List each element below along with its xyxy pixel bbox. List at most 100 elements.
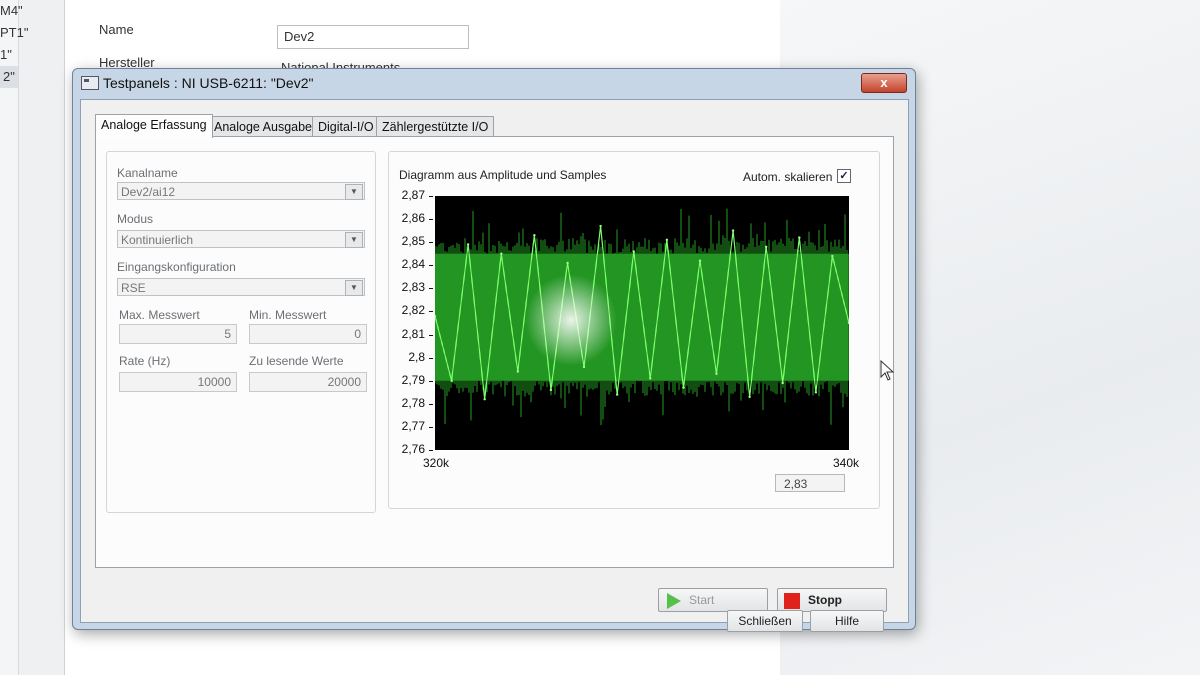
tab-analog-output[interactable]: Analoge Ausgabe (208, 116, 319, 137)
data-point (781, 381, 784, 385)
data-point (715, 372, 718, 375)
y-tick-label: 2,79 (401, 372, 425, 387)
tab-analog-input[interactable]: Analoge Erfassung (95, 114, 213, 138)
y-tick-label: 2,8 (408, 349, 425, 364)
data-point (582, 365, 586, 369)
min-value-field[interactable]: 0 (249, 324, 367, 344)
data-point (450, 379, 453, 382)
x-tick-label: 340k (833, 456, 860, 470)
max-value-field[interactable]: 5 (119, 324, 237, 344)
input-config-value: RSE (121, 281, 146, 295)
samples-field[interactable]: 20000 (249, 372, 367, 392)
input-config-select[interactable]: RSE ▼ (117, 278, 365, 296)
channel-label: Kanalname (117, 166, 178, 180)
y-tick-mark (429, 450, 433, 451)
close-window-button[interactable]: x (861, 73, 907, 93)
data-point (798, 236, 801, 239)
start-button[interactable]: Start (658, 588, 768, 612)
testpanel-dialog: Testpanels : NI USB-6211: "Dev2" x Analo… (72, 68, 916, 632)
autoscale-checkbox[interactable]: ✓ (837, 169, 851, 183)
mouse-cursor-icon (880, 360, 895, 381)
name-label: Name (99, 22, 134, 37)
channel-select[interactable]: Dev2/ai12 ▼ (117, 182, 365, 200)
analog-input-panel: Kanalname Dev2/ai12 ▼ Modus Kontinuierli… (95, 136, 894, 612)
samples-label: Zu lesende Werte (249, 354, 344, 368)
name-field[interactable]: Dev2 (277, 25, 469, 49)
dialog-client-area: Analoge Erfassung Analoge Ausgabe Digita… (80, 99, 909, 632)
y-tick-label: 2,87 (401, 188, 425, 202)
background-left-strip (0, 0, 19, 675)
mode-label: Modus (117, 212, 154, 226)
y-tick-mark (429, 196, 433, 197)
tree-item[interactable]: 1" (0, 44, 28, 66)
rate-field[interactable]: 10000 (119, 372, 237, 392)
screen-glare (525, 274, 617, 366)
channel-value: Dev2/ai12 (121, 185, 176, 199)
y-tick-mark (429, 357, 433, 359)
y-tick-label: 2,76 (401, 442, 425, 456)
mode-select[interactable]: Kontinuierlich ▼ (117, 230, 365, 248)
y-tick-mark (429, 265, 433, 267)
data-point (533, 234, 536, 237)
chart-title: Diagramm aus Amplitude und Samples (399, 168, 607, 182)
data-point (516, 370, 519, 373)
play-icon (667, 593, 681, 609)
x-tick-label: 320k (423, 456, 450, 470)
chevron-down-icon[interactable]: ▼ (345, 184, 363, 200)
y-tick-mark (429, 380, 433, 382)
chevron-down-icon[interactable]: ▼ (345, 280, 363, 296)
data-point (731, 229, 735, 232)
data-point (466, 243, 470, 246)
y-tick-label: 2,81 (401, 326, 425, 341)
y-tick-mark (429, 219, 433, 221)
y-tick-label: 2,83 (401, 280, 425, 295)
data-point (765, 245, 768, 248)
y-tick-label: 2,78 (401, 395, 425, 410)
y-tick-label: 2,82 (401, 303, 425, 318)
help-button[interactable]: Hilfe (810, 610, 884, 632)
autoscale-label: Autom. skalieren (743, 170, 833, 184)
y-tick-mark (429, 311, 433, 313)
tree-item-selected[interactable]: 2" (0, 66, 18, 88)
y-tick-label: 2,86 (401, 211, 425, 226)
stop-button[interactable]: Stopp (777, 588, 887, 612)
y-tick-mark (429, 242, 433, 244)
data-point (649, 377, 652, 380)
y-tick-mark (429, 334, 433, 336)
waveform-chart (435, 208, 849, 426)
data-point (599, 224, 602, 228)
y-tick-mark (429, 426, 433, 428)
data-point (566, 261, 569, 265)
tab-counter-io[interactable]: Zählergestützte I/O (376, 116, 495, 137)
title-bar[interactable]: Testpanels : NI USB-6211: "Dev2" x (73, 69, 915, 97)
window-icon (81, 76, 99, 90)
close-button[interactable]: Schließen (727, 610, 803, 632)
tree-item[interactable]: PT1" (0, 22, 28, 44)
rate-label: Rate (Hz) (119, 354, 171, 368)
y-tick-label: 2,77 (401, 418, 425, 433)
min-value-label: Min. Messwert (249, 308, 327, 322)
chart-group: Diagramm aus Amplitude und Samples Autom… (388, 151, 880, 509)
device-tree: M4" PT1" 1" 2" (0, 0, 28, 88)
data-point (500, 252, 503, 255)
y-tick-label: 2,85 (401, 234, 425, 249)
input-config-label: Eingangskonfiguration (117, 260, 236, 274)
y-tick-mark (429, 288, 433, 290)
chevron-down-icon[interactable]: ▼ (345, 232, 363, 248)
mode-value: Kontinuierlich (121, 233, 194, 247)
stop-icon (784, 593, 800, 609)
data-point (698, 259, 702, 262)
data-point (831, 254, 834, 258)
tab-digital-io[interactable]: Digital-I/O (312, 116, 380, 137)
data-point (483, 398, 486, 401)
data-point (632, 250, 635, 253)
data-point (665, 238, 669, 242)
plot-area (435, 196, 849, 450)
max-value-label: Max. Messwert (119, 308, 200, 322)
tree-item[interactable]: M4" (0, 0, 28, 22)
data-point (682, 386, 685, 389)
data-point (748, 395, 751, 399)
settings-group: Kanalname Dev2/ai12 ▼ Modus Kontinuierli… (106, 151, 376, 513)
start-label: Start (689, 593, 715, 607)
stop-label: Stopp (808, 593, 842, 607)
